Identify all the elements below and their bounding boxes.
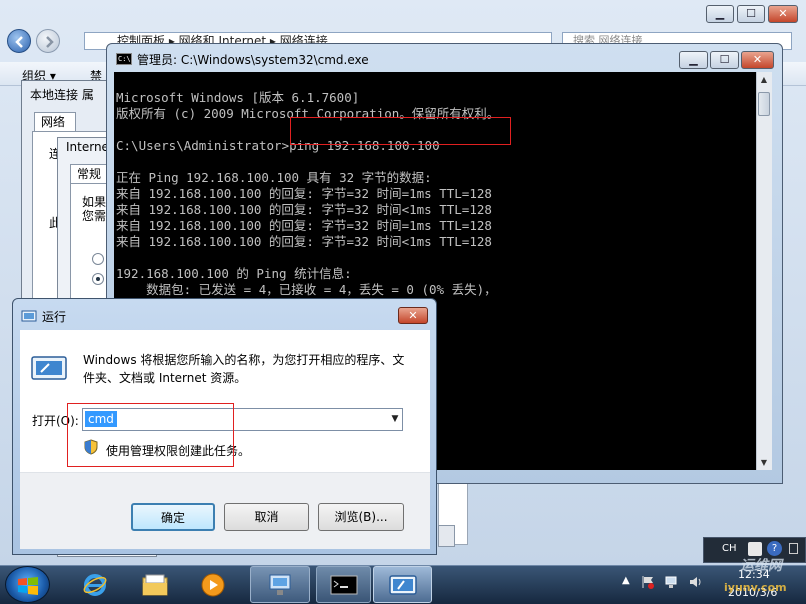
cmd-minimize-button[interactable]: ▁ [679,51,708,69]
taskbar-media-player-button[interactable] [194,566,232,603]
manual-ip-radio[interactable] [92,273,104,285]
language-indicator[interactable]: CH [722,543,737,554]
cmd-line: 192.168.100.100 的 Ping 统计信息: [116,266,352,281]
scroll-down-icon[interactable]: ▼ [757,456,771,470]
run-dialog-title: 运行 [42,310,67,324]
watermark: 运维网 [740,558,782,574]
tab-network[interactable]: 网络 [34,112,76,132]
explorer-minimize-button[interactable]: ▁ [706,5,734,23]
cmd-output: Microsoft Windows [版本 6.1.7600] 版权所有 (c) … [116,74,756,330]
ping-command-highlight [290,117,511,145]
cmd-close-button[interactable]: ✕ [741,51,774,69]
cmd-line: 来自 192.168.100.100 的回复: 字节=32 时间<1ms TTL… [116,202,492,217]
forward-arrow-icon [46,36,54,48]
tab-general[interactable]: 常规 [70,164,110,184]
volume-icon[interactable] [688,575,702,589]
properties-button[interactable] [438,525,455,547]
cmd-line: 正在 Ping 192.168.100.100 具有 32 字节的数据: [116,170,432,185]
input-method-icon[interactable] [748,542,762,556]
run-close-button[interactable]: ✕ [398,307,428,324]
run-icon [21,310,37,322]
cmd-scroll-thumb[interactable] [758,92,770,116]
explorer-close-button[interactable]: ✕ [768,5,798,23]
help-icon[interactable]: ? [767,541,782,556]
cmd-line [116,154,756,170]
taskbar-explorer-button[interactable] [136,566,174,603]
cmd-icon: C:\ [116,53,132,65]
run-program-icon [31,356,67,380]
command-prompt-icon [330,575,357,594]
cmd-title: 管理员: C:\Windows\system32\cmd.exe [137,53,369,67]
cmd-line [116,250,756,266]
media-player-icon [201,573,225,596]
back-arrow-icon [15,36,23,48]
cmd-line: 来自 192.168.100.100 的回复: 字节=32 时间=1ms TTL… [116,186,492,201]
taskbar-ie-button[interactable] [76,566,114,603]
watermark-url: iyunv.com [724,581,787,594]
cmd-input-highlight [67,403,234,467]
taskbar-run-button[interactable] [373,566,432,603]
cmd-line: Microsoft Windows [版本 6.1.7600] [116,90,360,105]
run-taskbar-icon [388,574,417,595]
scroll-up-icon[interactable]: ▲ [757,73,771,87]
action-center-flag-icon[interactable] [641,575,655,589]
browse-button[interactable]: 浏览(B)... [318,503,404,531]
cmd-line: 数据包: 已发送 = 4，已接收 = 4，丢失 = 0 (0% 丢失)， [116,282,497,297]
internet-explorer-icon [83,573,107,596]
network-connections-icon [269,574,291,595]
cmd-line: 来自 192.168.100.100 的回复: 字节=32 时间<1ms TTL… [116,234,492,249]
cmd-maximize-button[interactable]: ☐ [710,51,739,69]
auto-ip-radio[interactable] [92,253,104,265]
cmd-scrollbar[interactable] [756,72,772,470]
langbar-minimize-icon[interactable] [789,543,798,554]
cancel-button[interactable]: 取消 [224,503,309,531]
connection-properties-title: 本地连接 属 [30,88,94,102]
start-button[interactable] [5,566,50,603]
cmd-line: 来自 192.168.100.100 的回复: 字节=32 时间=1ms TTL… [116,218,492,233]
run-description: Windows 将根据您所输入的名称，为您打开相应的程序、文件夹、文档或 Int… [83,353,405,385]
network-tray-icon[interactable] [664,575,678,589]
ok-button[interactable]: 确定 [131,503,215,531]
chevron-down-icon[interactable]: ▼ [389,413,401,425]
back-button[interactable] [7,29,31,53]
explorer-maximize-button[interactable]: ☐ [737,5,765,23]
taskbar-network-button[interactable] [250,566,310,603]
forward-button[interactable] [36,29,60,53]
taskbar-cmd-button[interactable] [316,566,371,603]
show-hidden-icons[interactable]: ▲ [622,575,630,586]
windows-logo-icon [18,577,38,595]
folder-icon [142,574,168,595]
